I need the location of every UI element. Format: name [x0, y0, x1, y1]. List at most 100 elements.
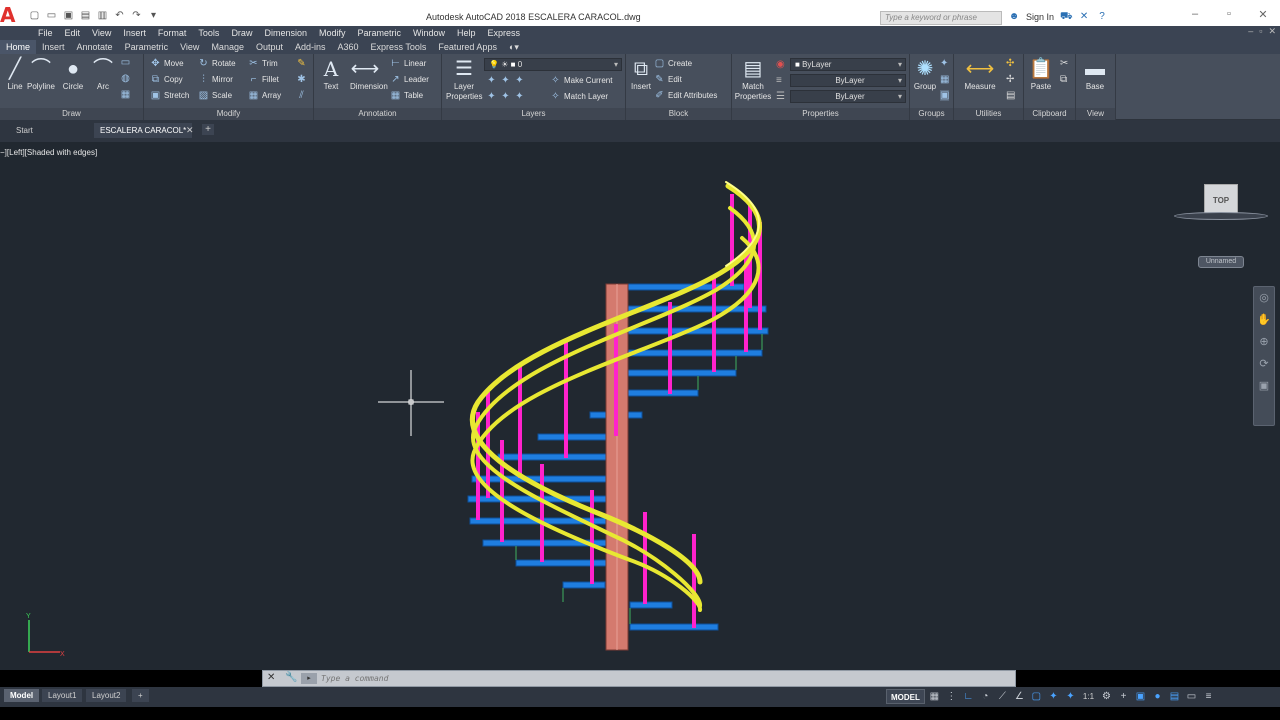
doc-minimize-button[interactable]: – — [1248, 26, 1253, 37]
lineweight-dropdown[interactable]: ByLayer — [790, 74, 906, 87]
doc-restore-button[interactable]: ▫ — [1259, 26, 1262, 37]
zoom-icon[interactable]: ⊕ — [1254, 331, 1274, 353]
annotation-panel-title[interactable]: Annotation — [314, 108, 441, 120]
calculator-icon[interactable]: ▤ — [1006, 90, 1015, 101]
leader-button[interactable]: ↗ Leader — [390, 73, 429, 87]
menu-parametric[interactable]: Parametric — [352, 28, 408, 38]
maximize-button[interactable]: ▫ — [1212, 8, 1246, 21]
draw-panel-title[interactable]: Draw — [0, 108, 143, 120]
ribbon-tab-view[interactable]: View — [174, 40, 205, 54]
customize-command-line-icon[interactable]: 🔧 — [285, 672, 297, 683]
group-selection-icon[interactable]: ▣ — [940, 90, 950, 101]
save-icon[interactable]: ▣ — [62, 10, 75, 22]
cart-icon[interactable]: ⛟ — [1060, 11, 1073, 23]
circle-button[interactable]: ● Circle — [58, 56, 88, 92]
offset-button[interactable]: ⫽ — [296, 89, 307, 103]
ribbon-tab-annotate[interactable]: Annotate — [71, 40, 119, 54]
doc-close-button[interactable]: ✕ — [1268, 26, 1276, 37]
redo-icon[interactable]: ↷ — [130, 10, 143, 22]
orbit-icon[interactable]: ⟳ — [1254, 353, 1274, 375]
close-button[interactable]: ✕ — [1246, 8, 1280, 21]
match-layer-button[interactable]: ✧ Match Layer — [550, 90, 608, 104]
ribbon-tab-featured-apps[interactable]: Featured Apps — [432, 40, 503, 54]
units-icon[interactable]: ▣ — [1133, 689, 1148, 704]
make-current-button[interactable]: ✧ Make Current — [550, 74, 612, 88]
utilities-panel-title[interactable]: Utilities — [954, 108, 1023, 120]
dimension-button[interactable]: ⟷ Dimension — [350, 56, 388, 92]
modify-panel-title[interactable]: Modify — [144, 108, 313, 120]
linetype-dropdown[interactable]: ByLayer — [790, 90, 906, 103]
viewcube-compass[interactable] — [1174, 212, 1268, 220]
measure-button[interactable]: ⟷ Measure — [960, 56, 1000, 92]
ribbon-tab-a360[interactable]: A360 — [332, 40, 365, 54]
ribbon-tab-home[interactable]: Home — [0, 40, 37, 54]
polyline-button[interactable]: ⌒ Polyline — [26, 56, 56, 92]
polar-icon[interactable]: ◔ — [978, 689, 993, 704]
trim-button[interactable]: ✂ Trim — [248, 57, 277, 71]
application-menu-icon[interactable]: A — [0, 4, 20, 26]
menu-window[interactable]: Window — [407, 28, 451, 38]
ribbon-tab-insert[interactable]: Insert — [36, 40, 71, 54]
menu-draw[interactable]: Draw — [225, 28, 258, 38]
clean-screen-icon[interactable]: ▭ — [1184, 689, 1199, 704]
mirror-button[interactable]: ⫶ Mirror — [198, 73, 233, 87]
object-snap-tracking-icon[interactable]: ∠ — [1012, 689, 1027, 704]
help-search-input[interactable]: Type a keyword or phrase — [880, 11, 1002, 25]
wcs-menu[interactable]: Unnamed — [1198, 256, 1244, 268]
ribbon-tab-parametric[interactable]: Parametric — [119, 40, 175, 54]
customize-qat-icon[interactable]: ▾ — [147, 10, 160, 22]
menu-file[interactable]: File — [32, 28, 59, 38]
customization-icon[interactable]: ≡ — [1201, 689, 1216, 704]
menu-insert[interactable]: Insert — [117, 28, 152, 38]
plot-icon[interactable]: ▥ — [96, 10, 109, 22]
fillet-button[interactable]: ⌐ Fillet — [248, 73, 279, 87]
open-file-icon[interactable]: ▭ — [45, 10, 58, 22]
close-tab-icon[interactable]: ✕ — [186, 125, 194, 136]
workspace-gear-icon[interactable]: ⚙ — [1099, 689, 1114, 704]
hatch-button[interactable]: ◍ — [120, 72, 131, 86]
scale-button[interactable]: ▨ Scale — [198, 89, 232, 103]
group-edit-icon[interactable]: ▦ — [940, 74, 949, 85]
region-button[interactable]: ▦ — [120, 88, 131, 102]
new-layout-button[interactable]: + — [132, 689, 149, 702]
pan-icon[interactable]: ✋ — [1254, 309, 1274, 331]
tab-model[interactable]: Model — [4, 689, 40, 702]
menu-help[interactable]: Help — [451, 28, 482, 38]
text-button[interactable]: A Text — [316, 56, 346, 92]
create-block-button[interactable]: ▢ Create — [654, 57, 692, 71]
menu-express[interactable]: Express — [482, 28, 527, 38]
layers-panel-title[interactable]: Layers — [442, 108, 625, 120]
menu-dimension[interactable]: Dimension — [258, 28, 313, 38]
isodraft-icon[interactable]: ⟋ — [995, 689, 1010, 704]
ortho-icon[interactable]: ∟ — [961, 689, 976, 704]
annotation-monitor-icon[interactable]: + — [1116, 689, 1131, 704]
annotation-visibility-icon[interactable]: ✦ — [1046, 689, 1061, 704]
array-button[interactable]: ▦ Array — [248, 89, 281, 103]
rotate-button[interactable]: ↻ Rotate — [198, 57, 235, 71]
user-icon[interactable]: ☻ — [1008, 11, 1020, 23]
layer-dropdown[interactable]: 💡 ☀ ■ 0 — [484, 58, 622, 71]
ungroup-icon[interactable]: ✦ — [940, 58, 948, 69]
copy-button[interactable]: ⧉ Copy — [150, 73, 183, 87]
edit-attributes-button[interactable]: ✐ Edit Attributes — [654, 89, 717, 103]
annotation-autoscale-icon[interactable]: ✦ — [1063, 689, 1078, 704]
match-properties-button[interactable]: ▤ Match Properties — [734, 56, 772, 102]
erase-button[interactable]: ✎ — [296, 57, 307, 71]
menu-tools[interactable]: Tools — [192, 28, 225, 38]
grid-icon[interactable]: ▦ — [927, 689, 942, 704]
point-icon[interactable]: ✢ — [1006, 74, 1014, 85]
arc-button[interactable]: ⌒ Arc — [88, 56, 118, 92]
view-panel-title[interactable]: View — [1076, 108, 1115, 120]
new-file-icon[interactable]: ▢ — [28, 10, 41, 22]
base-view-button[interactable]: ▬ Base — [1080, 56, 1110, 92]
menu-modify[interactable]: Modify — [313, 28, 352, 38]
move-button[interactable]: ✥ Move — [150, 57, 183, 71]
color-dropdown[interactable]: ■ ByLayer — [790, 58, 906, 71]
annotation-scale[interactable]: 1:1 — [1080, 692, 1097, 701]
copy-clip-icon[interactable]: ⧉ — [1060, 74, 1067, 85]
tab-layout1[interactable]: Layout1 — [42, 689, 83, 702]
edit-block-button[interactable]: ✎ Edit — [654, 73, 682, 87]
insert-block-button[interactable]: ⧉ Insert — [626, 56, 656, 92]
tab-escalera-caracol[interactable]: ESCALERA CARACOL* — [94, 123, 193, 138]
recent-commands-icon[interactable]: ▸ — [301, 673, 317, 684]
